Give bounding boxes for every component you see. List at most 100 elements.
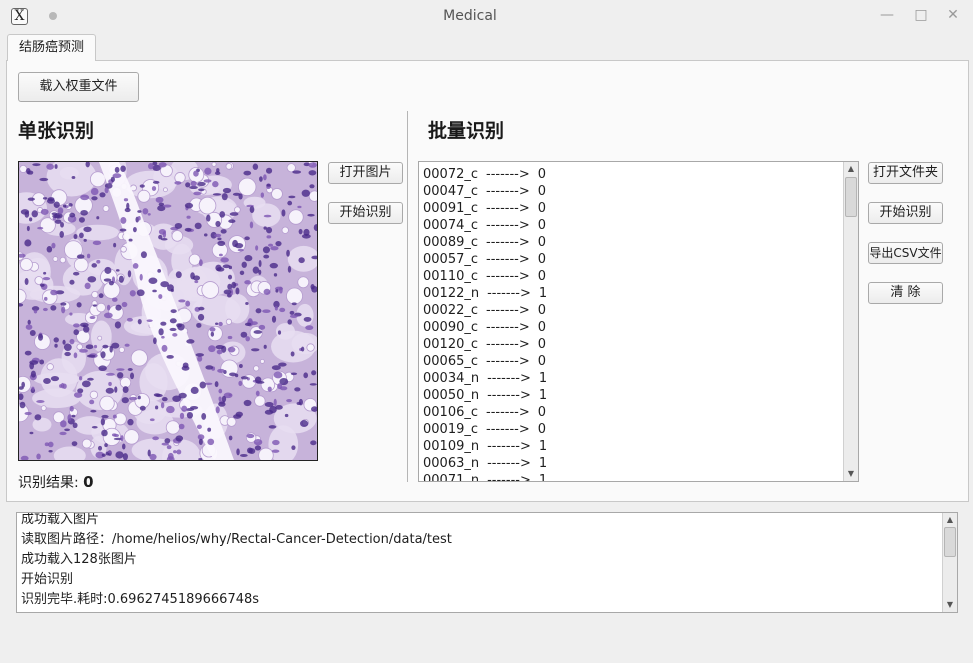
open-folder-button[interactable]: 打开文件夹 xyxy=(868,162,943,184)
list-item-file: 00072_c xyxy=(423,167,479,182)
list-item[interactable]: 00071_n -------> 1 xyxy=(423,472,843,482)
list-item-arrow: -------> xyxy=(487,286,531,301)
list-item[interactable]: 00063_n -------> 1 xyxy=(423,455,843,472)
list-item-file: 00091_c xyxy=(423,201,479,216)
list-item-file: 00090_c xyxy=(423,320,479,335)
list-item-label: 0 xyxy=(537,303,547,318)
result-label: 识别结果: xyxy=(18,475,84,491)
list-item[interactable]: 00109_n -------> 1 xyxy=(423,438,843,455)
list-item[interactable]: 00019_c -------> 0 xyxy=(423,421,843,438)
list-item-label: 0 xyxy=(537,201,547,216)
list-scrollbar[interactable]: ▲ ▼ xyxy=(843,162,858,481)
list-item[interactable]: 00120_c -------> 0 xyxy=(423,336,843,353)
list-item-label: 1 xyxy=(538,456,548,471)
tissue-image xyxy=(18,161,318,461)
list-item-arrow: -------> xyxy=(486,337,530,352)
list-item-file: 00089_c xyxy=(423,235,479,250)
title-bar: X Medical — □ ✕ xyxy=(0,0,973,32)
list-item[interactable]: 00091_c -------> 0 xyxy=(423,200,843,217)
close-icon[interactable]: ✕ xyxy=(945,7,961,23)
scroll-down-icon[interactable]: ▼ xyxy=(844,467,858,481)
list-item[interactable]: 00022_c -------> 0 xyxy=(423,302,843,319)
list-item-file: 00109_n xyxy=(423,439,480,454)
log-scroll-down-icon[interactable]: ▼ xyxy=(943,598,957,612)
list-item-file: 00110_c xyxy=(423,269,479,284)
list-item-label: 0 xyxy=(537,422,547,437)
list-item-arrow: -------> xyxy=(487,473,531,482)
list-item-label: 1 xyxy=(538,286,548,301)
start-batch-button[interactable]: 开始识别 xyxy=(868,202,943,224)
start-single-button[interactable]: 开始识别 xyxy=(328,202,403,224)
log-output[interactable]: 成功载入图片 读取图片路径：/home/helios/why/Rectal-Can… xyxy=(16,512,958,613)
list-item-label: 0 xyxy=(537,354,547,369)
list-item-file: 00022_c xyxy=(423,303,479,318)
list-item-arrow: -------> xyxy=(486,405,530,420)
list-item[interactable]: 00089_c -------> 0 xyxy=(423,234,843,251)
list-item-label: 0 xyxy=(537,405,547,420)
list-item-arrow: -------> xyxy=(486,201,530,216)
list-item-arrow: -------> xyxy=(487,371,531,386)
batch-results-list[interactable]: 00072_c -------> 0 00047_c -------> 0 00091_c -… xyxy=(418,161,859,482)
list-item-label: 1 xyxy=(538,439,548,454)
list-item[interactable]: 00057_c -------> 0 xyxy=(423,251,843,268)
scroll-thumb[interactable] xyxy=(845,177,857,217)
list-item-label: 0 xyxy=(537,218,547,233)
list-item-file: 00074_c xyxy=(423,218,479,233)
list-item-file: 00071_n xyxy=(423,473,480,482)
list-item[interactable]: 00072_c -------> 0 xyxy=(423,166,843,183)
list-item-label: 0 xyxy=(537,184,547,199)
scroll-up-icon[interactable]: ▲ xyxy=(844,162,858,176)
log-line: 成功载入128张图片 xyxy=(21,552,137,567)
list-item-file: 00034_n xyxy=(423,371,480,386)
list-item-file: 00065_c xyxy=(423,354,479,369)
list-item-arrow: -------> xyxy=(486,184,530,199)
list-item-file: 00063_n xyxy=(423,456,480,471)
list-item[interactable]: 00074_c -------> 0 xyxy=(423,217,843,234)
list-item[interactable]: 00065_c -------> 0 xyxy=(423,353,843,370)
list-item-file: 00057_c xyxy=(423,252,479,267)
list-item-arrow: -------> xyxy=(487,439,531,454)
export-csv-button[interactable]: 导出CSV文件 xyxy=(868,242,943,264)
log-line: 开始识别 xyxy=(21,572,74,587)
list-item-arrow: -------> xyxy=(486,252,530,267)
log-scroll-thumb[interactable] xyxy=(944,527,956,557)
log-line: 识别完毕.耗时:0.6962745189666748s xyxy=(21,592,260,607)
list-item[interactable]: 00050_n -------> 1 xyxy=(423,387,843,404)
list-item-file: 00120_c xyxy=(423,337,479,352)
list-item-label: 1 xyxy=(538,388,548,403)
list-item-arrow: -------> xyxy=(486,320,530,335)
list-item-label: 0 xyxy=(537,252,547,267)
list-item-arrow: -------> xyxy=(486,218,530,233)
list-item-label: 0 xyxy=(537,337,547,352)
batch-heading: 批量识别 xyxy=(428,120,505,142)
list-item[interactable]: 00122_n -------> 1 xyxy=(423,285,843,302)
list-item-arrow: -------> xyxy=(486,354,530,369)
list-item-label: 0 xyxy=(537,269,547,284)
list-item[interactable]: 00110_c -------> 0 xyxy=(423,268,843,285)
single-heading: 单张识别 xyxy=(18,120,95,142)
log-line: 读取图片路径：/home/helios/why/Rectal-Cancer-De… xyxy=(21,532,452,547)
list-item[interactable]: 00047_c -------> 0 xyxy=(423,183,843,200)
clear-button[interactable]: 清 除 xyxy=(868,282,943,304)
list-item-label: 0 xyxy=(537,167,547,182)
load-weights-button[interactable]: 载入权重文件 xyxy=(18,72,139,102)
log-scrollbar[interactable]: ▲ ▼ xyxy=(942,513,957,612)
result-text: 识别结果: 0 xyxy=(18,472,94,492)
list-item-file: 00019_c xyxy=(423,422,479,437)
list-item-label: 1 xyxy=(538,473,548,482)
list-item-arrow: -------> xyxy=(486,422,530,437)
list-item-file: 00050_n xyxy=(423,388,480,403)
list-item[interactable]: 00034_n -------> 1 xyxy=(423,370,843,387)
list-item-file: 00106_c xyxy=(423,405,479,420)
maximize-icon[interactable]: □ xyxy=(913,7,929,23)
open-image-button[interactable]: 打开图片 xyxy=(328,162,403,184)
log-scroll-up-icon[interactable]: ▲ xyxy=(943,513,957,527)
window-title: Medical xyxy=(443,8,497,24)
result-value: 0 xyxy=(83,473,94,491)
list-item[interactable]: 00090_c -------> 0 xyxy=(423,319,843,336)
list-item-arrow: -------> xyxy=(487,388,531,403)
tab-colon-cancer[interactable]: 结肠癌预测 xyxy=(7,34,96,61)
minimize-icon[interactable]: — xyxy=(879,7,895,23)
list-item-file: 00047_c xyxy=(423,184,479,199)
list-item[interactable]: 00106_c -------> 0 xyxy=(423,404,843,421)
